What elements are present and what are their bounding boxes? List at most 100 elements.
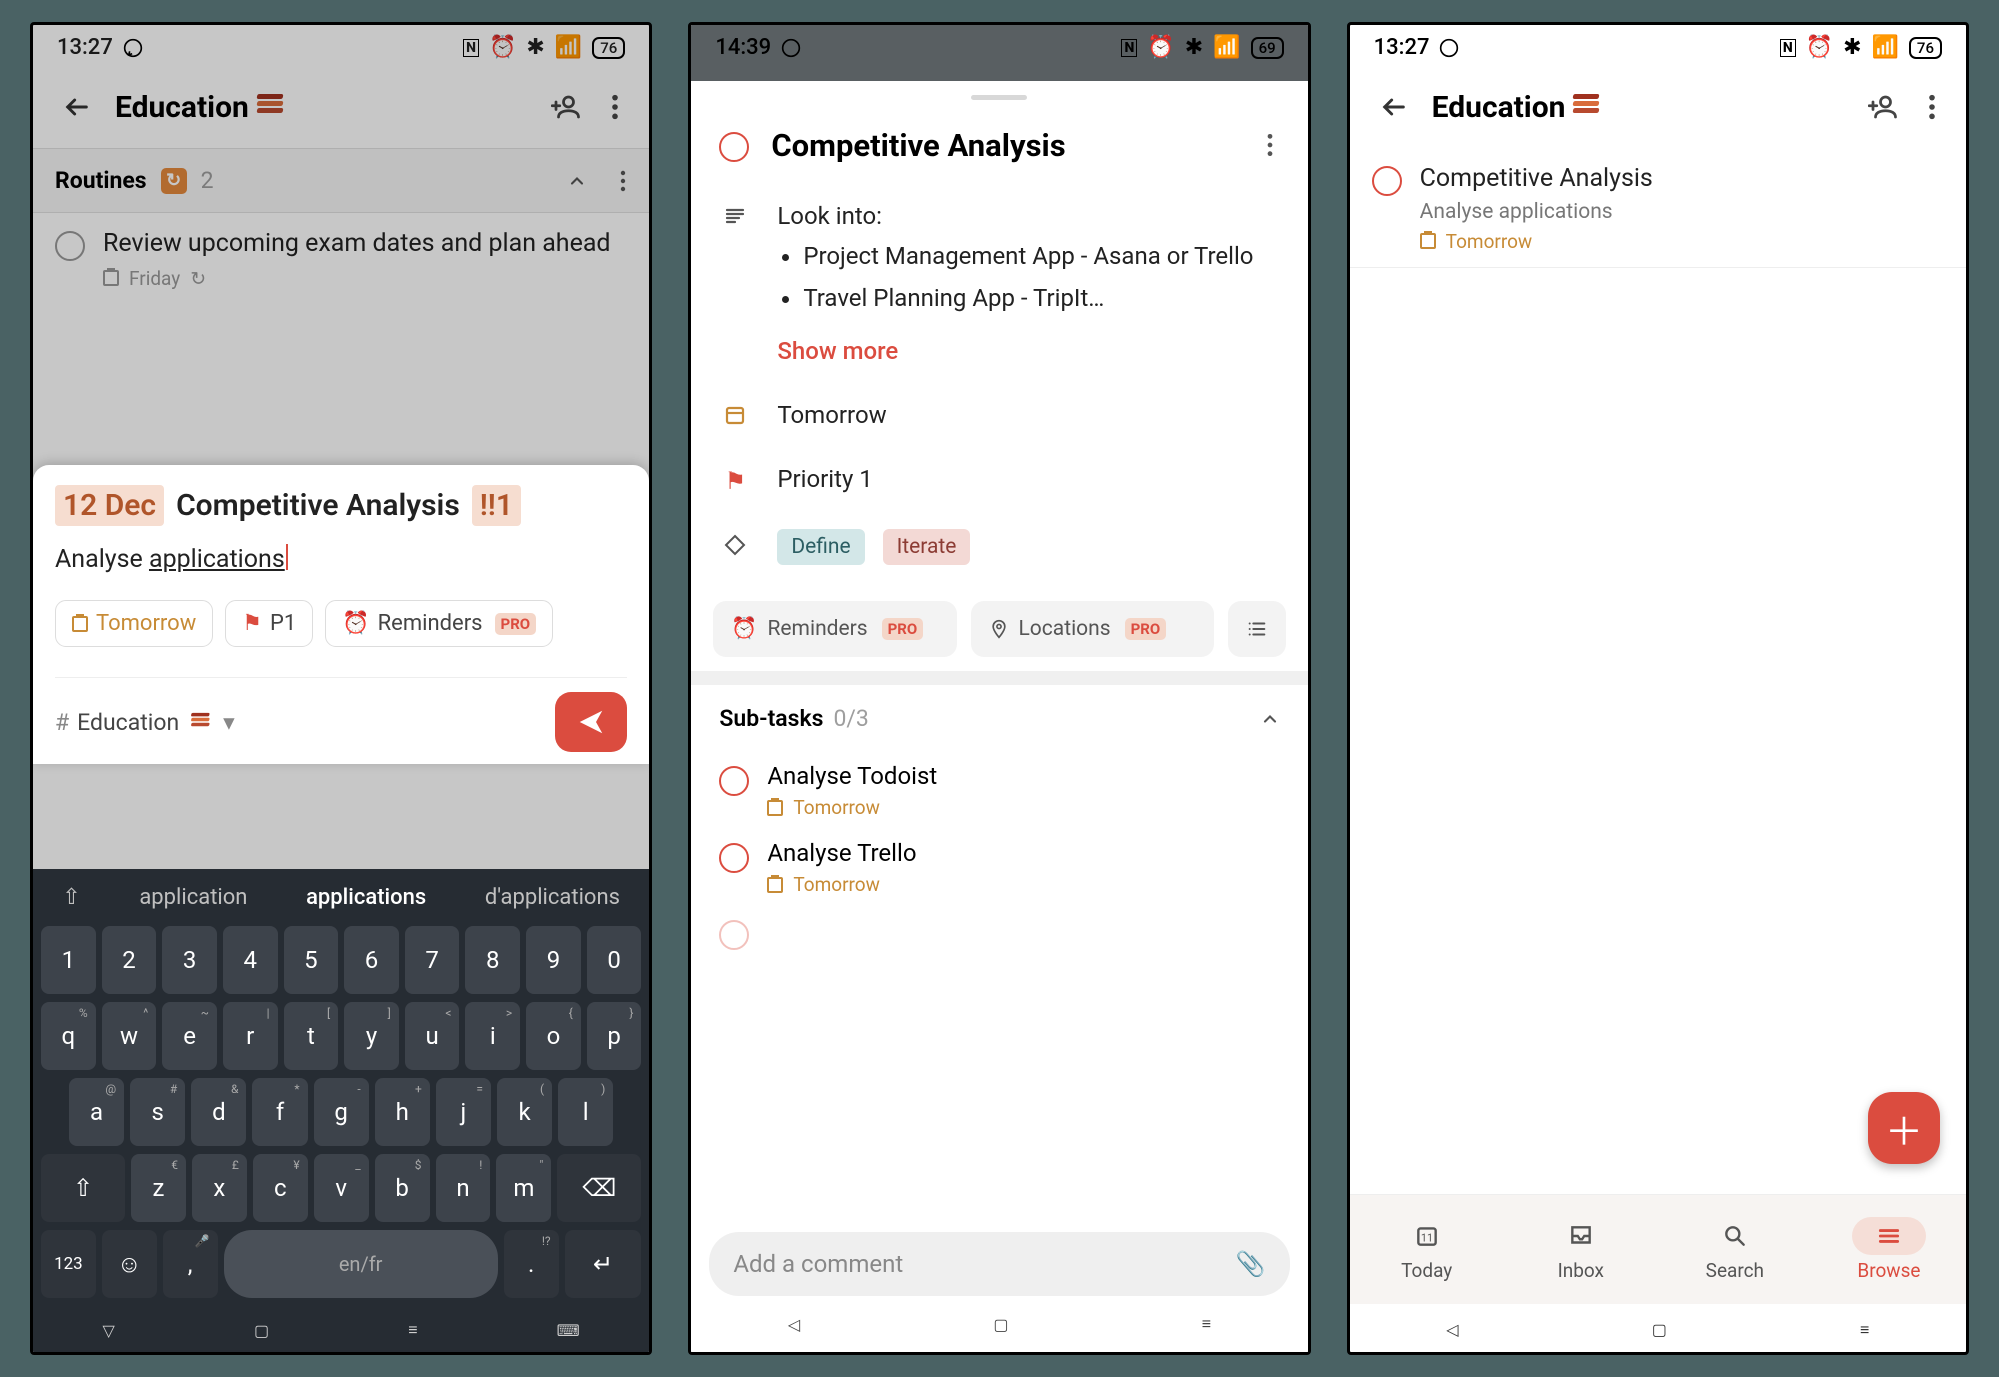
tag-define[interactable]: Define [777,529,864,565]
space-key[interactable]: en/fr [224,1230,498,1298]
reminders-button[interactable]: ⏰ Reminders PRO [713,601,956,657]
backspace-key[interactable]: ⌫ [557,1154,641,1222]
key-b[interactable]: b$ [375,1154,430,1222]
show-more-button[interactable]: Show more [777,337,898,365]
key-1[interactable]: 1 [41,926,96,994]
key-y[interactable]: y] [344,1002,399,1070]
subtask-checkbox[interactable] [719,766,749,796]
compose-description-input[interactable]: Analyse applications [55,544,627,574]
key-3[interactable]: 3 [162,926,217,994]
add-user-button[interactable] [1862,86,1904,128]
send-button[interactable] [555,692,627,752]
key-7[interactable]: 7 [405,926,460,994]
suggestion-3[interactable]: d'applications [485,885,620,910]
subtask-checkbox[interactable] [719,920,749,950]
subtask-checkbox[interactable] [719,843,749,873]
key-e[interactable]: e~ [162,1002,217,1070]
reminders-chip[interactable]: ⏰ Reminders PRO [325,600,553,647]
subtask-row[interactable]: Analyse Todoist Tomorrow [691,752,1307,829]
key-q[interactable]: q% [41,1002,96,1070]
key-9[interactable]: 9 [526,926,581,994]
key-x[interactable]: x£ [192,1154,247,1222]
key-w[interactable]: w^ [102,1002,157,1070]
task-checkbox[interactable] [1372,166,1402,196]
nav-home[interactable]: ▢ [993,1315,1008,1334]
task-checkbox[interactable] [719,132,749,162]
key-6[interactable]: 6 [344,926,399,994]
attachment-icon[interactable]: 📎 [1236,1250,1266,1278]
key-l[interactable]: l) [558,1078,613,1146]
key-r[interactable]: r| [223,1002,278,1070]
nav-back[interactable]: ▽ [103,1321,115,1340]
due-chip[interactable]: Tomorrow [55,600,213,647]
priority-row[interactable]: ⚑ Priority 1 [719,447,1279,513]
tag-iterate[interactable]: Iterate [883,529,971,565]
key-c[interactable]: c¥ [253,1154,308,1222]
key-8[interactable]: 8 [465,926,520,994]
due-row[interactable]: Tomorrow [719,383,1279,447]
key-a[interactable]: a@ [69,1078,124,1146]
key-o[interactable]: o{ [526,1002,581,1070]
nav-today[interactable]: 11 Today [1350,1195,1504,1304]
more-menu-button[interactable] [1260,126,1280,164]
key-4[interactable]: 4 [223,926,278,994]
shift-key[interactable]: ⇧ [41,1154,125,1222]
subtask-row[interactable]: Analyse Trello Tomorrow [691,829,1307,906]
key-j[interactable]: j= [436,1078,491,1146]
task-detail-title[interactable]: Competitive Analysis [771,127,1237,164]
nav-browse[interactable]: Browse [1812,1195,1966,1304]
period-key[interactable]: .!? [504,1230,559,1298]
nav-back[interactable]: ◁ [788,1315,800,1334]
more-menu-button[interactable] [1922,87,1942,127]
key-f[interactable]: f* [252,1078,307,1146]
key-0[interactable]: 0 [587,926,642,994]
key-h[interactable]: h+ [375,1078,430,1146]
subtasks-header[interactable]: Sub-tasks 0/3 [691,685,1307,752]
comma-key[interactable]: ,🎤 [163,1230,218,1298]
shift-suggestion-icon[interactable]: ⇧ [62,885,80,910]
drag-handle[interactable] [971,95,1027,100]
suggestion-2[interactable]: applications [306,885,426,910]
nav-recent[interactable]: ≡ [1860,1320,1869,1340]
key-i[interactable]: i> [465,1002,520,1070]
key-5[interactable]: 5 [284,926,339,994]
key-t[interactable]: t[ [284,1002,339,1070]
nav-home[interactable]: ▢ [1652,1320,1667,1340]
nav-recent[interactable]: ≡ [1202,1314,1211,1334]
suggestion-1[interactable]: application [139,885,247,910]
nav-home[interactable]: ▢ [254,1321,269,1340]
back-button[interactable] [1374,87,1414,127]
pro-badge: PRO [882,618,924,640]
project-selector[interactable]: # Education ▾ [55,709,235,736]
enter-key[interactable]: ↵ [565,1230,642,1298]
priority-chip[interactable]: ⚑ P1 [225,600,313,647]
nav-back[interactable]: ◁ [1446,1320,1458,1340]
key-v[interactable]: v_ [314,1154,369,1222]
more-actions-button[interactable] [1228,601,1286,657]
subtask-row[interactable] [691,906,1307,960]
nav-inbox[interactable]: Inbox [1504,1195,1658,1304]
key-s[interactable]: s# [130,1078,185,1146]
nav-search[interactable]: Search [1658,1195,1812,1304]
nav-recent[interactable]: ≡ [408,1320,417,1340]
tags-row[interactable]: Define Iterate [719,513,1279,577]
key-p[interactable]: p} [587,1002,642,1070]
key-n[interactable]: n! [436,1154,491,1222]
comment-input[interactable]: Add a comment 📎 [709,1232,1289,1296]
collapse-icon[interactable] [1260,709,1280,729]
task-row[interactable]: Competitive Analysis Analyse application… [1350,148,1966,268]
key-u[interactable]: u< [405,1002,460,1070]
compose-title-input[interactable]: 12 Dec Competitive Analysis !!1 [55,485,627,526]
notes-row[interactable]: Look into: Project Management App - Asan… [719,184,1279,383]
key-m[interactable]: m" [496,1154,551,1222]
num-key[interactable]: 123 [41,1230,96,1298]
emoji-key[interactable]: ☺ [102,1230,157,1298]
key-2[interactable]: 2 [102,926,157,994]
key-d[interactable]: d& [191,1078,246,1146]
nav-keyboard-icon[interactable]: ⌨ [557,1321,580,1340]
key-k[interactable]: k( [497,1078,552,1146]
add-task-fab[interactable]: ＋ [1868,1092,1940,1164]
key-z[interactable]: z€ [131,1154,186,1222]
locations-button[interactable]: Locations PRO [971,601,1214,657]
key-g[interactable]: g- [314,1078,369,1146]
